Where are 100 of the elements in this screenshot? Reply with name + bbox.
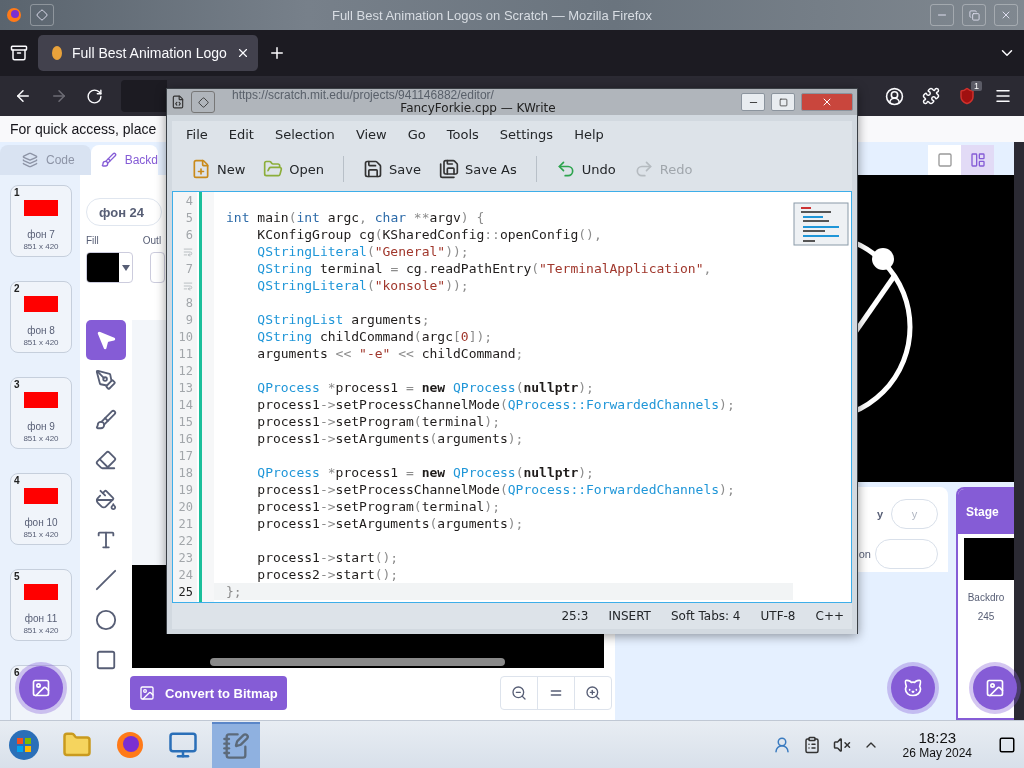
line-number: 13 [178, 380, 193, 395]
text-icon [95, 529, 117, 551]
new-tab-icon[interactable] [268, 44, 286, 62]
tab-list-icon[interactable] [10, 44, 28, 62]
toolbar-button[interactable]: New [182, 154, 255, 184]
menu-icon[interactable] [994, 87, 1012, 105]
costume-card[interactable]: 5 фон 11 851 x 420 [10, 569, 72, 641]
maximize-icon [778, 97, 788, 107]
minimize-button[interactable] [741, 93, 765, 111]
code-line: process1->setArguments(arguments); [256, 515, 524, 532]
image-icon [31, 678, 51, 698]
costume-card[interactable]: 1 фон 7 851 x 420 [10, 185, 72, 257]
costume-thumbnail [24, 392, 58, 408]
costume-name: фон 10 [24, 517, 58, 528]
fill-swatch[interactable] [86, 252, 133, 283]
notepad-icon [222, 731, 250, 760]
costume-size: 851 x 420 [23, 338, 59, 347]
shield-icon[interactable] [958, 87, 976, 105]
line-number: 12 [178, 363, 193, 378]
badge: 1 [971, 81, 982, 91]
status-item[interactable]: 25:3 [561, 609, 589, 623]
costume-size: 851 x 420 [23, 530, 59, 539]
line-number: 15 [178, 414, 193, 429]
forward-icon[interactable] [50, 87, 68, 105]
menu-item[interactable]: Edit [220, 126, 262, 142]
toolbar-button[interactable]: Open [254, 154, 334, 184]
menu-item[interactable]: Settings [491, 126, 562, 142]
window-title: FancyForkie.cpp — KWrite [400, 102, 557, 115]
costume-card[interactable]: 3 фон 9 851 x 420 [10, 377, 72, 449]
browser-tab[interactable]: Full Best Animation Logo [38, 35, 258, 71]
clock[interactable]: 18:23 26 May 2024 [902, 729, 972, 760]
convert-button[interactable]: Convert to Bitmap [130, 676, 287, 710]
start-orb-icon [8, 728, 40, 761]
code-line: QString terminal = cg.readPathEntry("TerminalApplication", [256, 260, 712, 277]
costume-thumbnail [24, 200, 58, 216]
menu-item[interactable]: Help [566, 126, 612, 142]
window-menu-button[interactable] [191, 91, 215, 113]
code-line: QProcess *process1 = new QProcess(nullptr); [256, 464, 594, 481]
code-line: }; [226, 583, 242, 600]
normal-stage-button[interactable] [961, 145, 994, 175]
code-line: process2->start(); [256, 566, 399, 583]
status-item[interactable]: C++ [815, 609, 844, 623]
costume-card[interactable]: 2 фон 8 851 x 420 [10, 281, 72, 353]
costume-number: 3 [14, 379, 20, 390]
code-line: process1->setArguments(arguments); [256, 430, 524, 447]
status-item[interactable]: Soft Tabs: 4 [670, 609, 741, 623]
close-icon [821, 96, 833, 108]
menu-item[interactable]: View [347, 126, 395, 142]
costume-size: 851 x 420 [23, 242, 59, 251]
code-line: QProcess *process1 = new QProcess(nullptr); [256, 379, 594, 396]
account-icon[interactable] [885, 86, 904, 106]
code-editor[interactable] [172, 191, 852, 603]
show-desktop-icon[interactable] [998, 735, 1016, 754]
tool-button[interactable] [86, 320, 126, 360]
line-number: 10 [178, 329, 193, 344]
line-number: 21 [178, 516, 193, 531]
toolbar-button[interactable]: Save [354, 154, 430, 184]
fill-label: Fill [86, 235, 99, 246]
wrap-icon [183, 246, 193, 257]
muted-speaker-icon[interactable] [832, 735, 851, 754]
blocks-icon [22, 152, 38, 168]
costume-size: 851 x 420 [23, 626, 59, 635]
zoom-out-icon [511, 685, 527, 701]
line-number: 20 [178, 499, 193, 514]
editor-tab[interactable]: Backd [90, 145, 159, 175]
extensions-icon[interactable] [922, 87, 940, 105]
costume-thumbnail [24, 488, 58, 504]
menu-item[interactable]: Tools [438, 126, 487, 142]
outline-label: Outl [142, 235, 162, 246]
maximize-button[interactable] [771, 93, 795, 111]
outline-swatch[interactable] [150, 252, 165, 283]
eraser-icon [95, 449, 117, 471]
brush-icon [95, 409, 117, 431]
menu-item[interactable]: Go [399, 126, 434, 142]
menu-item[interactable]: Selection [266, 126, 343, 142]
backdrop-strip[interactable] [132, 634, 604, 668]
stage-title: Stage [966, 504, 999, 519]
user-icon[interactable] [772, 735, 791, 754]
status-item[interactable]: INSERT [608, 609, 651, 623]
status-item[interactable]: UTF-8 [760, 609, 796, 623]
costume-card[interactable]: 4 фон 10 851 x 420 [10, 473, 72, 545]
line-icon [95, 569, 117, 591]
clipboard-icon[interactable] [802, 735, 821, 754]
line-number: 8 [185, 295, 193, 310]
brush-icon [100, 152, 117, 168]
add-sprite-button[interactable] [891, 666, 935, 710]
folder-icon [263, 159, 284, 179]
scrollbar-thumb[interactable] [210, 658, 505, 666]
line-number: 23 [178, 550, 193, 565]
save-icon [363, 159, 384, 179]
toolbar-button[interactable]: Undo [546, 154, 625, 184]
menu-item[interactable]: File [178, 126, 216, 142]
taskbar-app[interactable] [212, 721, 260, 768]
close-icon[interactable] [236, 46, 250, 60]
back-icon[interactable] [14, 87, 32, 105]
toolbar-button[interactable]: Save As [430, 154, 526, 184]
caret-icon [121, 264, 130, 271]
reload-icon[interactable] [86, 87, 103, 105]
code-line: int main(int argc, char **argv) { [226, 209, 485, 226]
line-number: 17 [178, 448, 193, 463]
